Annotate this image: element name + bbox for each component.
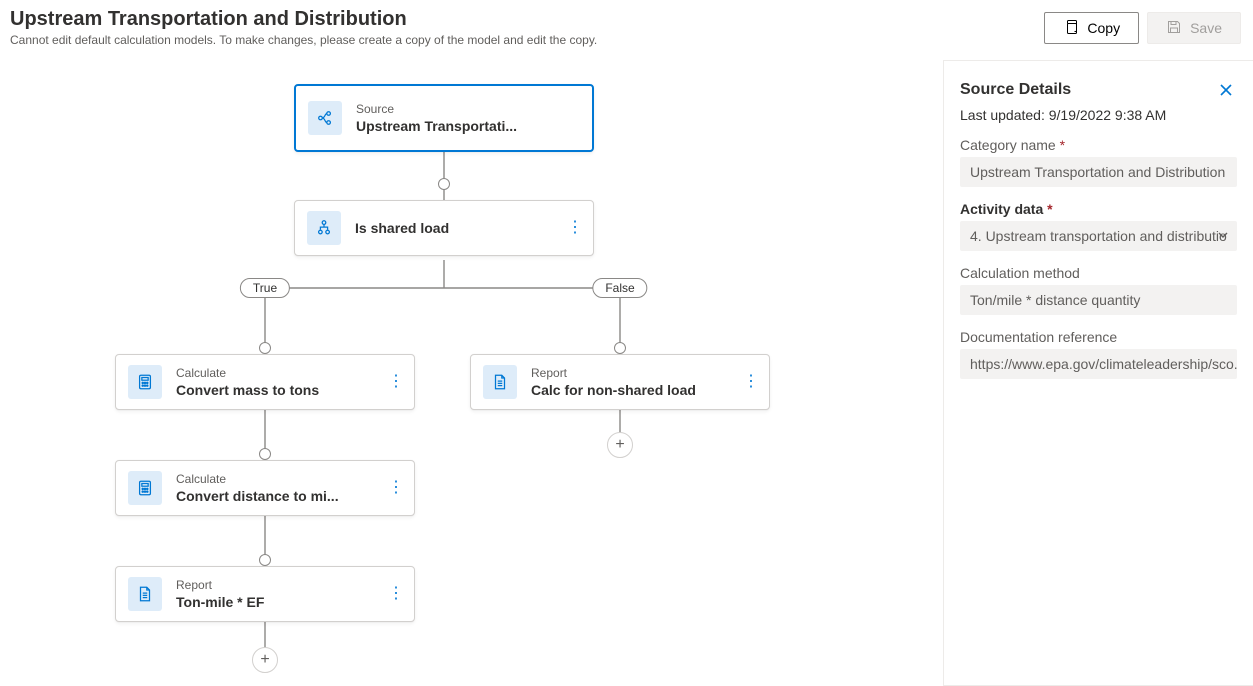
node-more-button[interactable]: [565, 220, 585, 236]
copy-button-label: Copy: [1087, 20, 1120, 36]
save-button-label: Save: [1190, 20, 1222, 36]
calculation-method-field[interactable]: Ton/mile * distance quantity: [960, 285, 1237, 315]
close-button[interactable]: [1215, 79, 1237, 101]
flow-canvas[interactable]: True False Source Upstream Transportati.…: [0, 60, 930, 686]
node-label: Ton-mile * EF: [176, 594, 372, 610]
page-title: Upstream Transportation and Distribution: [10, 8, 597, 31]
node-more-button[interactable]: [386, 374, 406, 390]
copy-icon: [1063, 19, 1079, 38]
condition-icon: [307, 211, 341, 245]
node-report[interactable]: Report Ton-mile * EF: [115, 566, 415, 622]
copy-button[interactable]: Copy: [1044, 12, 1139, 44]
branch-false-label: False: [592, 278, 647, 298]
panel-title: Source Details: [960, 81, 1071, 99]
activity-data-value: 4. Upstream transportation and distribut…: [970, 228, 1227, 244]
documentation-reference-label: Documentation reference: [960, 329, 1237, 345]
connector-dot: [259, 342, 271, 354]
node-condition[interactable]: Is shared load: [294, 200, 594, 256]
connector-dot: [438, 178, 450, 190]
category-name-field[interactable]: Upstream Transportation and Distribution: [960, 157, 1237, 187]
document-icon: [483, 365, 517, 399]
category-name-label: Category name *: [960, 137, 1237, 153]
node-more-button[interactable]: [386, 586, 406, 602]
node-eyebrow: Report: [176, 578, 372, 592]
node-eyebrow: Source: [356, 102, 584, 116]
source-icon: [308, 101, 342, 135]
node-calculate[interactable]: Calculate Convert distance to mi...: [115, 460, 415, 516]
node-report[interactable]: Report Calc for non-shared load: [470, 354, 770, 410]
branch-true-label: True: [240, 278, 290, 298]
node-eyebrow: Report: [531, 366, 727, 380]
save-icon: [1166, 19, 1182, 38]
node-calculate[interactable]: Calculate Convert mass to tons: [115, 354, 415, 410]
calculation-method-label: Calculation method: [960, 265, 1237, 281]
node-eyebrow: Calculate: [176, 472, 372, 486]
calculator-icon: [128, 365, 162, 399]
last-updated: Last updated: 9/19/2022 9:38 AM: [960, 107, 1237, 123]
add-step-button[interactable]: [607, 432, 633, 458]
node-label: Convert mass to tons: [176, 382, 372, 398]
activity-data-label: Activity data *: [960, 201, 1237, 217]
node-source[interactable]: Source Upstream Transportati...: [294, 84, 594, 152]
save-button: Save: [1147, 12, 1241, 44]
node-more-button[interactable]: [741, 374, 761, 390]
add-step-button[interactable]: [252, 647, 278, 673]
calculator-icon: [128, 471, 162, 505]
connector-dot: [259, 448, 271, 460]
node-eyebrow: Calculate: [176, 366, 372, 380]
node-label: Calc for non-shared load: [531, 382, 727, 398]
activity-data-select[interactable]: 4. Upstream transportation and distribut…: [960, 221, 1237, 251]
node-label: Convert distance to mi...: [176, 488, 372, 504]
node-label: Is shared load: [355, 220, 551, 236]
node-label: Upstream Transportati...: [356, 118, 584, 134]
chevron-down-icon: [1217, 228, 1229, 244]
details-panel: Source Details Last updated: 9/19/2022 9…: [943, 60, 1253, 686]
document-icon: [128, 577, 162, 611]
connector-dot: [259, 554, 271, 566]
page-subtitle: Cannot edit default calculation models. …: [10, 33, 597, 47]
node-more-button[interactable]: [386, 480, 406, 496]
documentation-reference-field[interactable]: https://www.epa.gov/climateleadership/sc…: [960, 349, 1237, 379]
connector-dot: [614, 342, 626, 354]
